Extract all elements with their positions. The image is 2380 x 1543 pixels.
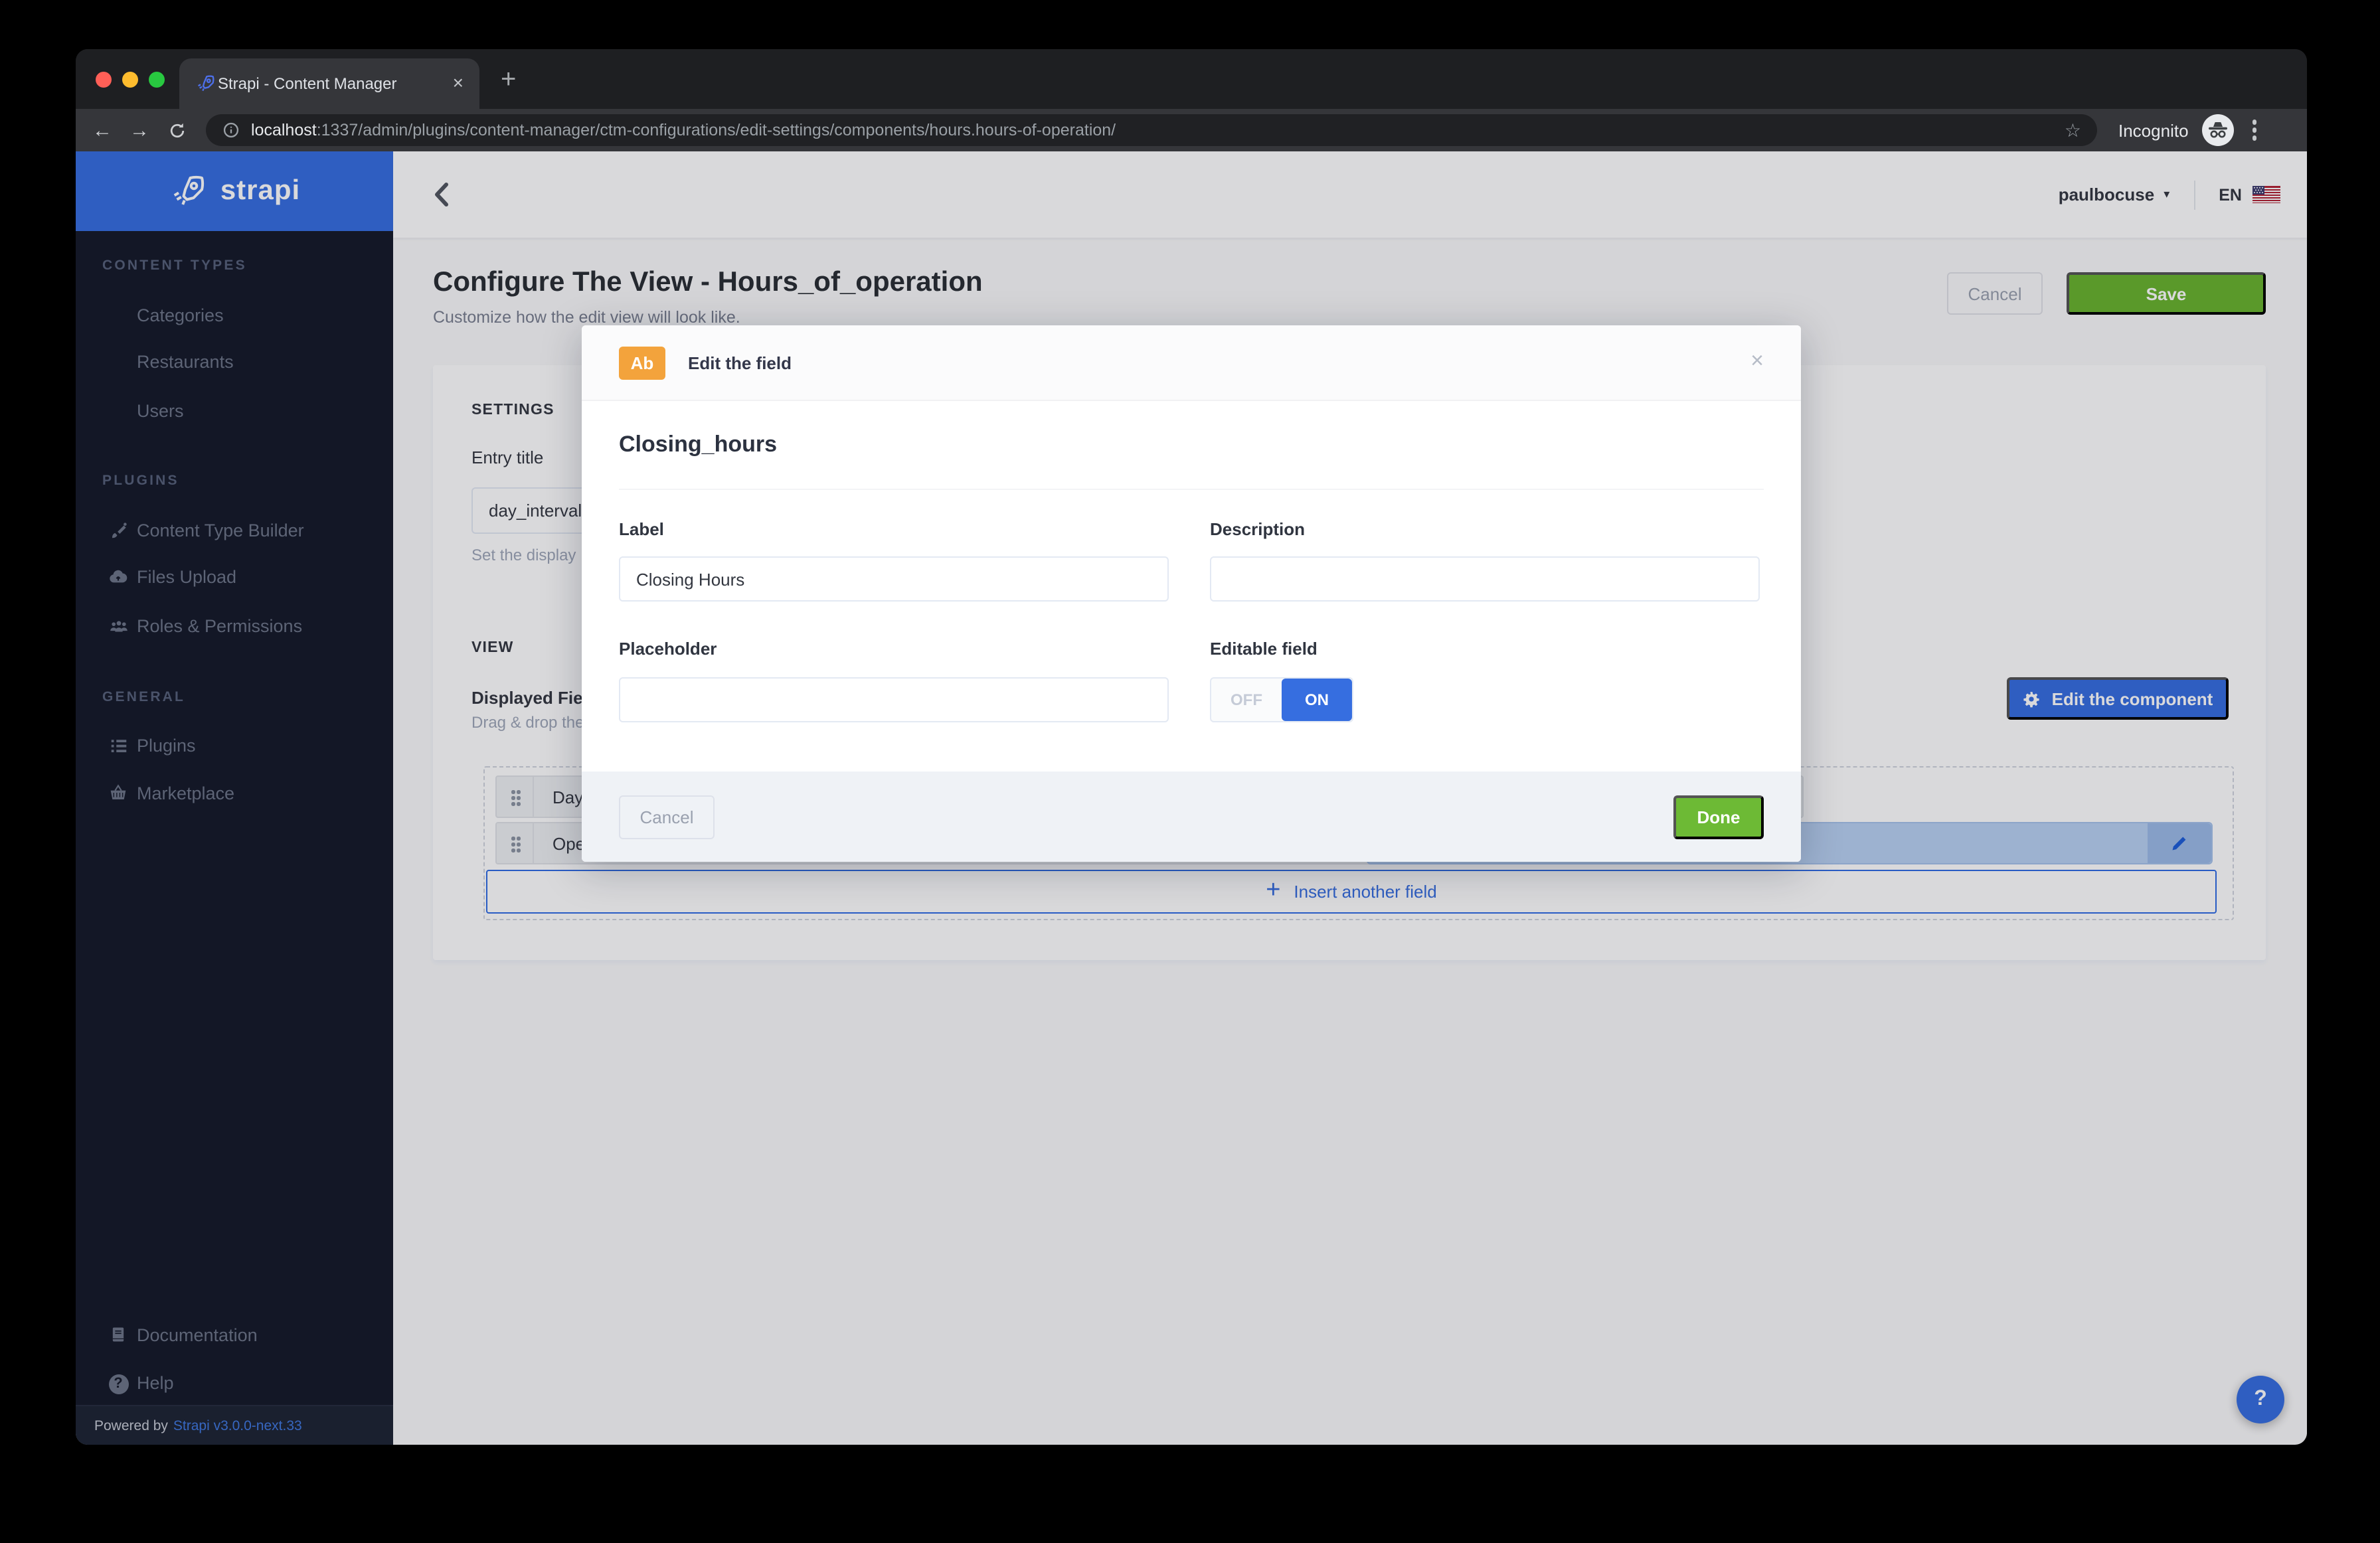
divider: [619, 489, 1764, 490]
incognito-avatar-icon[interactable]: [2202, 114, 2234, 146]
browser-tab[interactable]: Strapi - Content Manager ×: [179, 58, 479, 109]
edit-field-modal: Ab Edit the field × Closing_hours Label …: [582, 325, 1801, 862]
toggle-off-button[interactable]: OFF: [1211, 679, 1282, 721]
strapi-app: strapi CONTENT TYPES Categories Restaura…: [76, 151, 2307, 1445]
editable-toggle: OFF ON: [1210, 677, 1353, 722]
description-input[interactable]: [1210, 556, 1760, 602]
stage: Strapi - Content Manager × + ← → localho: [0, 0, 2380, 1543]
description-field-label: Description: [1210, 519, 1305, 539]
tab-close-icon[interactable]: ×: [453, 72, 464, 93]
forward-icon[interactable]: →: [121, 119, 158, 141]
field-type-badge: Ab: [619, 347, 665, 380]
browser-menu-icon[interactable]: [2252, 117, 2258, 144]
browser-window: Strapi - Content Manager × + ← → localho: [76, 49, 2307, 1445]
browser-toolbar: ← → localhost:1337/admin/plugins/content…: [76, 109, 2307, 151]
url-host: localhost: [251, 121, 317, 139]
reload-icon[interactable]: [158, 120, 195, 140]
screenshot-root: { "browser": { "tab_title": "Strapi - Co…: [0, 0, 2380, 1543]
url-text: localhost:1337/admin/plugins/content-man…: [251, 121, 1116, 139]
tab-title: Strapi - Content Manager: [218, 74, 397, 93]
traffic-minimize-button[interactable]: [122, 72, 138, 88]
traffic-close-button[interactable]: [96, 72, 112, 88]
site-info-icon[interactable]: [222, 121, 240, 139]
url-bar[interactable]: localhost:1337/admin/plugins/content-man…: [206, 114, 2097, 146]
close-icon[interactable]: ×: [1750, 348, 1764, 374]
placeholder-input[interactable]: [619, 677, 1169, 722]
back-icon[interactable]: ←: [84, 119, 121, 141]
label-field-label: Label: [619, 519, 664, 539]
browser-tabstrip: Strapi - Content Manager × +: [76, 49, 2307, 109]
new-tab-button[interactable]: +: [501, 65, 516, 96]
modal-footer: Cancel Done: [582, 772, 1801, 862]
modal-title: Edit the field: [688, 353, 792, 373]
incognito-label: Incognito: [2118, 120, 2189, 140]
strapi-favicon-icon: [195, 73, 216, 94]
editable-field-label: Editable field: [1210, 639, 1318, 659]
toggle-on-button[interactable]: ON: [1282, 679, 1352, 721]
placeholder-field-label: Placeholder: [619, 639, 717, 659]
field-name-heading: Closing_hours: [619, 432, 777, 458]
url-path: :1337/admin/plugins/content-manager/ctm-…: [317, 121, 1116, 139]
modal-cancel-button[interactable]: Cancel: [619, 795, 715, 839]
label-input[interactable]: [619, 556, 1169, 602]
bookmark-star-icon[interactable]: ☆: [2065, 119, 2081, 141]
traffic-zoom-button[interactable]: [149, 72, 165, 88]
modal-header: Ab Edit the field ×: [582, 325, 1801, 401]
modal-done-button[interactable]: Done: [1673, 795, 1764, 839]
